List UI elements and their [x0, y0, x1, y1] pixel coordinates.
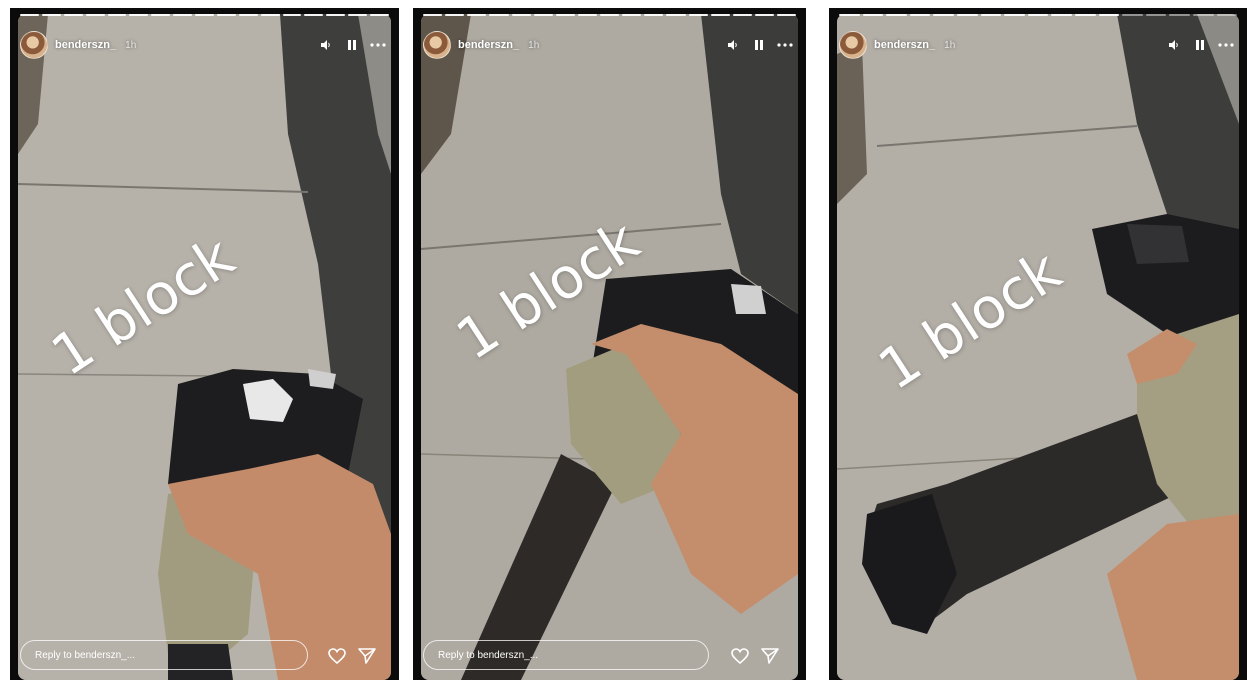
progress-segment — [41, 14, 61, 16]
send-icon[interactable] — [356, 645, 378, 667]
progress-segment — [666, 14, 686, 16]
username[interactable]: benderszn_ — [55, 39, 116, 51]
progress-segment — [326, 14, 346, 16]
progress-segment — [862, 14, 884, 16]
progress-segment — [644, 14, 664, 16]
progress-segment — [1098, 14, 1120, 16]
progress-segment — [129, 14, 149, 16]
username[interactable]: benderszn_ — [458, 39, 519, 51]
progress-segment — [777, 14, 797, 16]
progress-segment — [754, 14, 774, 16]
progress-segment — [577, 14, 597, 16]
pause-icon[interactable] — [1191, 36, 1209, 54]
progress-segment — [622, 14, 642, 16]
progress-segment — [63, 14, 83, 16]
progress-segment — [489, 14, 509, 16]
progress-segment — [909, 14, 931, 16]
more-icon[interactable] — [776, 36, 794, 54]
progress-segment — [980, 14, 1002, 16]
post-time: 1h — [125, 39, 137, 51]
progress-segment — [710, 14, 730, 16]
progress-segment — [933, 14, 954, 16]
progress-segment — [107, 14, 127, 16]
progress-segment — [282, 14, 302, 16]
story-progress-bar — [20, 14, 389, 16]
progress-segment — [1169, 14, 1190, 16]
reply-placeholder: Reply to benderszn_... — [438, 649, 539, 661]
progress-segment — [533, 14, 553, 16]
progress-segment — [1122, 14, 1143, 16]
more-icon[interactable] — [1217, 36, 1235, 54]
progress-segment — [85, 14, 105, 16]
progress-segment — [1192, 14, 1214, 16]
pause-icon[interactable] — [750, 36, 768, 54]
username[interactable]: benderszn_ — [874, 39, 935, 51]
progress-segment — [839, 14, 860, 16]
avatar[interactable] — [20, 31, 48, 59]
progress-segment — [1027, 14, 1049, 16]
story-progress-bar — [423, 14, 797, 16]
progress-segment — [1051, 14, 1072, 16]
post-time: 1h — [528, 39, 540, 51]
progress-segment — [555, 14, 575, 16]
post-time: 1h — [944, 39, 956, 51]
story-panel-2[interactable]: benderszn_ 1h 1 block Reply to benderszn… — [413, 8, 806, 680]
progress-segment — [1145, 14, 1167, 16]
reply-placeholder: Reply to benderszn_... — [35, 649, 136, 661]
volume-icon[interactable] — [1165, 36, 1183, 54]
story-header: benderszn_ 1h — [839, 30, 1235, 60]
progress-segment — [600, 14, 620, 16]
volume-icon[interactable] — [724, 36, 742, 54]
progress-segment — [151, 14, 171, 16]
story-header: benderszn_ 1h — [423, 30, 794, 60]
progress-segment — [20, 14, 39, 16]
progress-segment — [688, 14, 708, 16]
progress-segment — [1074, 14, 1096, 16]
send-icon[interactable] — [759, 645, 781, 667]
progress-segment — [348, 14, 367, 16]
progress-segment — [511, 14, 531, 16]
progress-segment — [238, 14, 258, 16]
story-panel-3[interactable]: benderszn_ 1h 1 block — [829, 8, 1247, 680]
progress-segment — [423, 14, 443, 16]
reply-input[interactable]: Reply to benderszn_... — [20, 640, 308, 670]
progress-segment — [886, 14, 907, 16]
story-progress-bar — [839, 14, 1238, 16]
volume-icon[interactable] — [317, 36, 335, 54]
heart-icon[interactable] — [326, 645, 348, 667]
progress-segment — [445, 14, 465, 16]
progress-segment — [260, 14, 280, 16]
progress-segment — [195, 14, 214, 16]
more-icon[interactable] — [369, 36, 387, 54]
heart-icon[interactable] — [729, 645, 751, 667]
progress-segment — [732, 14, 752, 16]
avatar[interactable] — [423, 31, 451, 59]
progress-segment — [173, 14, 192, 16]
avatar[interactable] — [839, 31, 867, 59]
story-panel-1[interactable]: benderszn_ 1h 1 block Reply to benderszn… — [10, 8, 399, 680]
reply-input[interactable]: Reply to benderszn_... — [423, 640, 709, 670]
progress-segment — [956, 14, 978, 16]
progress-segment — [370, 14, 389, 16]
pause-icon[interactable] — [343, 36, 361, 54]
progress-segment — [1004, 14, 1025, 16]
progress-segment — [467, 14, 487, 16]
progress-segment — [216, 14, 236, 16]
story-header: benderszn_ 1h — [20, 30, 387, 60]
progress-segment — [304, 14, 324, 16]
progress-segment — [1216, 14, 1238, 16]
